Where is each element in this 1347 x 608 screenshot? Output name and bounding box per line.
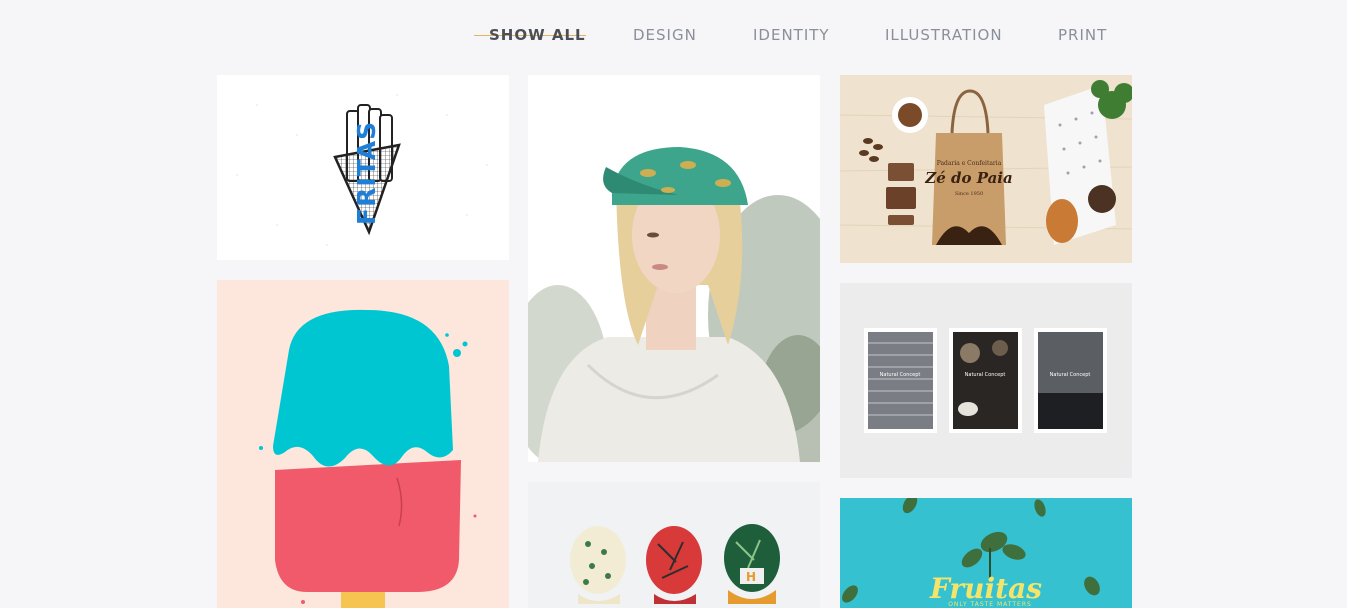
filter-print[interactable]: PRINT xyxy=(1058,24,1107,46)
brochure-card2-title: Natural Concept xyxy=(965,372,1006,378)
portfolio-item-three-caps[interactable]: H xyxy=(528,482,820,608)
natural-concept-mockup: Natural Concept Natural Concept Natural … xyxy=(840,283,1132,478)
portfolio-item-fritas-logo[interactable]: FRITAS xyxy=(217,75,509,260)
portfolio-item-popsicle[interactable] xyxy=(217,280,509,608)
three-caps-photo: H xyxy=(528,482,820,608)
bakery-bag-line2: Zé do Paia xyxy=(924,169,1012,187)
bakery-branding-photo: Padaria e Confeitaria Zé do Paia Since 1… xyxy=(840,75,1132,263)
brochure-card1-title: Natural Concept xyxy=(880,372,921,378)
filter-design[interactable]: DESIGN xyxy=(633,24,697,46)
portfolio-item-bakery-branding[interactable]: Padaria e Confeitaria Zé do Paia Since 1… xyxy=(840,75,1132,263)
model-cap-photo xyxy=(528,75,820,462)
portfolio-item-model-cap[interactable] xyxy=(528,75,820,462)
fruitas-poster: Fruitas ONLY TASTE MATTERS xyxy=(840,498,1132,608)
bakery-bag-line3: Since 1950 xyxy=(955,191,983,197)
filter-identity[interactable]: IDENTITY xyxy=(753,24,830,46)
fritas-logo-image: FRITAS xyxy=(217,75,509,260)
portfolio-filter-nav: SHOW ALL DESIGN IDENTITY ILLUSTRATION PR… xyxy=(0,24,1347,46)
portfolio-item-fruitas[interactable]: Fruitas ONLY TASTE MATTERS xyxy=(840,498,1132,608)
brochure-card3-title: Natural Concept xyxy=(1050,372,1091,378)
bakery-bag-line1: Padaria e Confeitaria xyxy=(937,160,1002,167)
fritas-logo-text: FRITAS xyxy=(352,121,381,225)
svg-text:H: H xyxy=(746,570,756,584)
filter-illustration[interactable]: ILLUSTRATION xyxy=(885,24,1003,46)
filter-show-all[interactable]: SHOW ALL xyxy=(489,24,586,46)
popsicle-illustration xyxy=(217,280,509,608)
fruitas-subtitle: ONLY TASTE MATTERS xyxy=(948,601,1032,608)
portfolio-item-natural-concept[interactable]: Natural Concept Natural Concept Natural … xyxy=(840,283,1132,478)
